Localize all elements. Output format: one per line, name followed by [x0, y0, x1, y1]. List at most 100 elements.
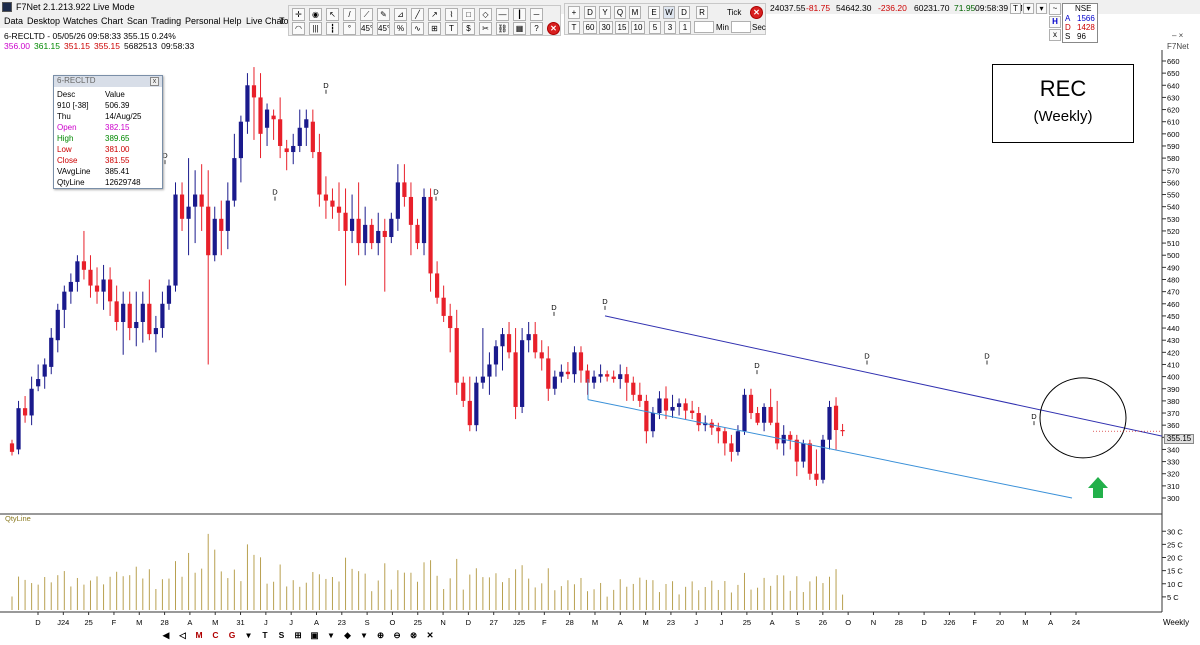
- crosshair-icon[interactable]: ✛: [292, 8, 305, 21]
- save-chart-icon[interactable]: ▣: [309, 629, 321, 642]
- text-tool-button[interactable]: T: [259, 629, 271, 642]
- candle-body: [186, 206, 191, 219]
- data-window-title: 6-RECLTD: [54, 76, 162, 87]
- save-dropdown-icon[interactable]: ▾: [325, 629, 337, 642]
- breadth-side-button[interactable]: ~: [1049, 3, 1061, 15]
- time-tick-label: M: [642, 618, 648, 627]
- candle-body: [284, 148, 289, 153]
- horizontal-line-icon[interactable]: ─: [530, 8, 543, 21]
- gann-icon[interactable]: ⊞: [428, 22, 441, 35]
- period-1-button[interactable]: 1: [679, 21, 691, 34]
- menu-desktop[interactable]: Desktop: [27, 16, 60, 26]
- fan-icon[interactable]: ⊿: [394, 8, 407, 21]
- period-r-button[interactable]: R: [696, 6, 708, 19]
- data-window-close-icon[interactable]: x: [150, 77, 159, 86]
- mode-c-button[interactable]: C: [210, 629, 222, 642]
- period-10-button[interactable]: 10: [631, 21, 645, 34]
- close-icon[interactable]: ✕: [547, 22, 560, 35]
- seconds-input[interactable]: [731, 21, 751, 33]
- menu-help[interactable]: Help: [223, 16, 242, 26]
- pencil-line-icon[interactable]: ✎: [377, 8, 390, 21]
- ticker-control-button[interactable]: ▾: [1036, 3, 1047, 14]
- channel-icon[interactable]: ╱: [411, 8, 424, 21]
- price-tick-label: 580: [1167, 154, 1180, 163]
- candle-body: [114, 301, 119, 322]
- mode-m-button[interactable]: M: [193, 629, 205, 642]
- template-dropdown-icon[interactable]: ▾: [358, 629, 370, 642]
- period-t-button[interactable]: T: [568, 21, 580, 34]
- time-tick-label: 26: [819, 618, 827, 627]
- pointer-icon[interactable]: ↖: [326, 8, 339, 21]
- fibonacci-bars-icon[interactable]: |||: [309, 22, 322, 35]
- candle-body: [382, 230, 387, 238]
- help-icon[interactable]: ?: [530, 22, 543, 35]
- volume-tick-label: 30 C: [1167, 527, 1183, 536]
- price-tick-label: 630: [1167, 93, 1180, 102]
- square-icon[interactable]: □: [462, 8, 475, 21]
- breadth-side-button[interactable]: x: [1049, 29, 1061, 41]
- trendline-icon[interactable]: /: [343, 8, 356, 21]
- zoom-reset-icon[interactable]: ⊗: [408, 629, 420, 642]
- degree-45-alt-icon[interactable]: 45°: [377, 22, 390, 35]
- arc-icon[interactable]: ◠: [292, 22, 305, 35]
- stop-live-icon[interactable]: ✕: [750, 6, 763, 19]
- diamond-icon[interactable]: ◇: [479, 8, 492, 21]
- period-15-button[interactable]: 15: [615, 21, 629, 34]
- wave-icon[interactable]: ∿: [411, 22, 424, 35]
- period-y-button[interactable]: Y: [599, 6, 611, 19]
- ticker-controls: T ▾ ▾: [1010, 3, 1048, 15]
- candle-body: [310, 121, 315, 153]
- time-tick-label: A: [187, 618, 192, 627]
- menu-data[interactable]: Data: [4, 16, 23, 26]
- text-icon[interactable]: T: [445, 22, 458, 35]
- fit-screen-icon[interactable]: ✕: [424, 629, 436, 642]
- menu-trading[interactable]: Trading: [151, 16, 181, 26]
- period-m-button[interactable]: M: [629, 6, 641, 19]
- breadth-side-button[interactable]: H: [1049, 16, 1061, 28]
- percent-icon[interactable]: %: [394, 22, 407, 35]
- chart-window-controls[interactable]: – ×: [1172, 31, 1183, 40]
- ticker-control-button[interactable]: T: [1010, 3, 1021, 14]
- scissors-icon[interactable]: ✂: [479, 22, 492, 35]
- period-add-button[interactable]: +: [568, 6, 580, 19]
- period-e-button[interactable]: E: [648, 6, 660, 19]
- candle-body: [232, 158, 237, 201]
- color-wheel-icon[interactable]: ◉: [309, 8, 322, 21]
- period-q-button[interactable]: Q: [614, 6, 626, 19]
- period-5-button[interactable]: 5: [649, 21, 661, 34]
- mode-dropdown-icon[interactable]: ▾: [243, 629, 255, 642]
- period-w-button[interactable]: W: [663, 6, 675, 19]
- template-icon[interactable]: ◆: [342, 629, 354, 642]
- degree-line-icon[interactable]: °: [343, 22, 356, 35]
- period-60-button[interactable]: 60: [583, 21, 597, 34]
- period-d2-button[interactable]: D: [678, 6, 690, 19]
- mode-g-button[interactable]: G: [226, 629, 238, 642]
- min-label: Min: [716, 23, 729, 32]
- zoom-in-icon[interactable]: ⊕: [375, 629, 387, 642]
- grid-icon[interactable]: ⊞: [292, 629, 304, 642]
- ray-icon[interactable]: ⟋: [360, 8, 373, 21]
- period-d-button[interactable]: D: [584, 6, 596, 19]
- palette-icon[interactable]: ▦: [513, 22, 526, 35]
- menu-watches[interactable]: Watches: [63, 16, 98, 26]
- arrow-line-icon[interactable]: ↗: [428, 8, 441, 21]
- period-3-button[interactable]: 3: [664, 21, 676, 34]
- scroll-back-icon[interactable]: ◁: [177, 629, 189, 642]
- menu-scan[interactable]: Scan: [127, 16, 148, 26]
- zigzag-icon[interactable]: ⌇: [445, 8, 458, 21]
- menu-chart[interactable]: Chart: [101, 16, 123, 26]
- menu-personal[interactable]: Personal: [185, 16, 221, 26]
- dividend-marker: D: [272, 188, 278, 197]
- minutes-input[interactable]: [694, 21, 714, 33]
- bar-indicator-icon[interactable]: ┃: [513, 8, 526, 21]
- dollar-icon[interactable]: $: [462, 22, 475, 35]
- ticker-control-button[interactable]: ▾: [1023, 3, 1034, 14]
- scroll-left-icon[interactable]: ◀: [160, 629, 172, 642]
- period-30-button[interactable]: 30: [599, 21, 613, 34]
- zoom-out-icon[interactable]: ⊖: [391, 629, 403, 642]
- degree-45-icon[interactable]: 45°: [360, 22, 373, 35]
- link-icon[interactable]: ⛓: [496, 22, 509, 35]
- dash-icon[interactable]: —: [496, 8, 509, 21]
- style-tool-button[interactable]: S: [276, 629, 288, 642]
- vertical-bars-icon[interactable]: ┇: [326, 22, 339, 35]
